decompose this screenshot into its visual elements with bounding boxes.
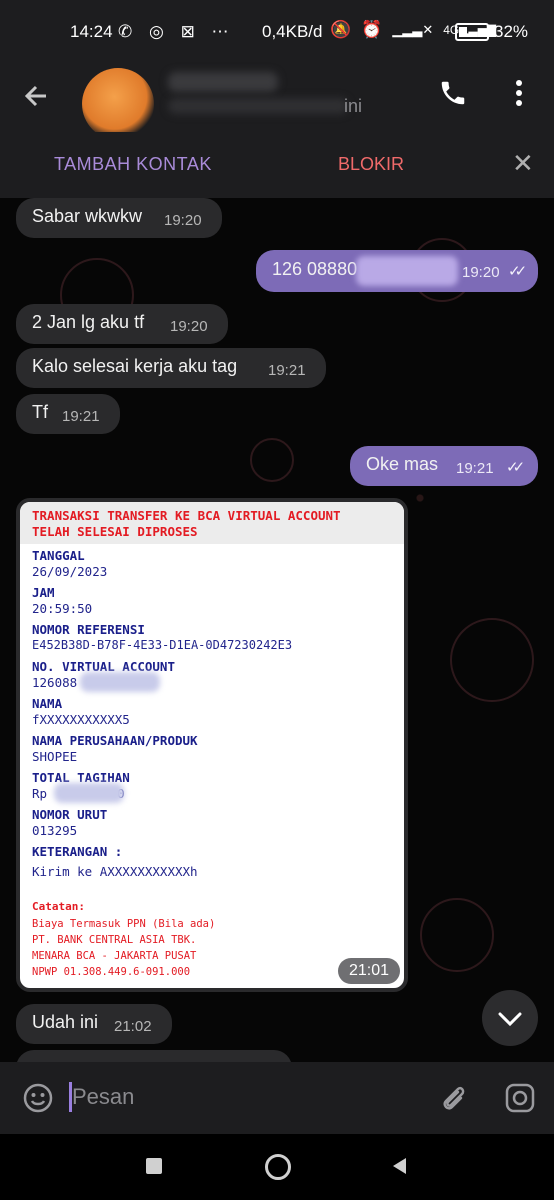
receipt-title: TRANSAKSI TRANSFER KE BCA VIRTUAL ACCOUN… (32, 508, 341, 539)
redacted-va-number (80, 672, 160, 692)
message-list[interactable]: Sabar wkwkw 19:20 126 08880 19:20 ✓✓ 2 J… (0, 198, 554, 1062)
receipt-value: fXXXXXXXXXXX5 (32, 712, 130, 727)
capcut-icon: ⊠ (180, 22, 201, 41)
alarm-icon: ⏰ (361, 20, 383, 39)
redacted-number (356, 256, 458, 286)
notification-icons: ✆ ◎ ⊠ ⋯ (118, 22, 235, 42)
contact-subtitle-tail: ini (344, 96, 363, 116)
more-dots-icon: ⋯ (211, 22, 235, 41)
wallpaper-doodle (450, 618, 534, 702)
receipt-value: 126088 (32, 675, 78, 690)
receipt-label: NAMA PERUSAHAAN/PRODUK (32, 733, 198, 748)
receipt-notes-heading: Catatan: (32, 900, 85, 913)
message-bubble-incoming[interactable]: Tf 19:21 (16, 394, 120, 434)
chat-header: ini (0, 62, 554, 140)
receipt-label: JAM (32, 585, 55, 600)
message-text: Sabar wkwkw (32, 206, 143, 226)
receipt-value: Kirim ke AXXXXXXXXXXXh (32, 864, 198, 879)
message-time: 19:21 (268, 362, 306, 379)
receipt-label: NOMOR REFERENSI (32, 622, 145, 637)
receipt-value: SHOPEE (32, 749, 78, 764)
message-input[interactable]: Pesan (72, 1084, 134, 1110)
image-timestamp: 21:01 (338, 958, 400, 984)
read-check-icon: ✓✓ (506, 459, 525, 476)
receipt-label: NOMOR URUT (32, 807, 108, 822)
emoji-icon[interactable] (22, 1082, 54, 1119)
receipt-label: TANGGAL (32, 548, 85, 563)
message-bubble-incoming[interactable]: Sabar wkwkw 19:20 (16, 198, 222, 238)
whatsapp-icon: ✆ (118, 22, 139, 41)
scroll-down-button[interactable] (482, 990, 538, 1046)
redacted-amount (54, 783, 124, 803)
signal-off-icon: ▁▂▃✕ (392, 22, 434, 37)
dnd-icon: 🔕 (330, 20, 352, 39)
message-text: Udah ini (32, 1012, 99, 1032)
receipt-value: 013295 (32, 823, 78, 838)
receipt-label: NAMA (32, 696, 63, 711)
message-bubble-incoming[interactable]: Udah ini 21:02 (16, 1004, 172, 1044)
battery-icon (455, 23, 489, 41)
close-icon[interactable]: ✕ (512, 148, 534, 179)
receipt-note: Biaya Termasuk PPN (Bila ada) (32, 918, 216, 930)
camera-icon[interactable] (504, 1082, 536, 1119)
recents-square-icon[interactable] (146, 1158, 162, 1174)
contact-subtitle-blurred (168, 98, 348, 114)
receipt-value: E452B38D-B78F-4E33-D1EA-0D47230242E3 (32, 638, 293, 652)
message-text: 2 Jan lg aku tf (32, 312, 145, 332)
wallpaper-doodle (420, 898, 494, 972)
message-time: 19:21 (62, 408, 100, 425)
receipt-value: 20:59:50 (32, 601, 93, 616)
message-bubble-incoming[interactable]: Kalo selesai kerja aku tag 19:21 (16, 348, 326, 388)
message-bubble-incoming-partial[interactable] (16, 1050, 292, 1062)
instagram-icon: ◎ (148, 22, 170, 41)
message-time: 21:02 (114, 1018, 152, 1035)
more-vert-icon[interactable] (512, 78, 526, 113)
status-bar: 14:24 ✆ ◎ ⊠ ⋯ 0,4KB/d 🔕 ⏰ ▁▂▃✕ 4G▂▃▅▇ 32… (0, 0, 554, 62)
avatar[interactable] (82, 68, 154, 140)
message-text: Kalo selesai kerja aku tag (32, 356, 238, 376)
receipt-note: PT. BANK CENTRAL ASIA TBK. (32, 934, 197, 946)
receipt-value: 26/09/2023 (32, 564, 108, 579)
net-speed: 0,4KB/d (262, 22, 323, 41)
message-bubble-outgoing[interactable]: 126 08880 19:20 ✓✓ (256, 250, 538, 292)
back-arrow-icon[interactable] (22, 82, 50, 117)
add-contact-button[interactable]: TAMBAH KONTAK (54, 154, 212, 175)
message-bubble-outgoing[interactable]: Oke mas 19:21 ✓✓ (350, 446, 538, 486)
message-time: 19:20 (462, 264, 500, 281)
receipt-image-message[interactable]: TRANSAKSI TRANSFER KE BCA VIRTUAL ACCOUN… (16, 498, 408, 992)
back-triangle-icon[interactable] (390, 1156, 408, 1181)
message-time: 19:20 (170, 318, 208, 335)
composer: Pesan (0, 1062, 554, 1134)
wallpaper-doodle (250, 438, 294, 482)
attach-icon[interactable] (436, 1082, 468, 1119)
phone-icon[interactable] (438, 78, 468, 113)
battery-percent: 32% (494, 22, 529, 41)
status-time: 14:24 (70, 22, 113, 41)
home-circle-icon[interactable] (265, 1154, 291, 1180)
message-time: 19:20 (164, 212, 202, 229)
message-bubble-incoming[interactable]: 2 Jan lg aku tf 19:20 (16, 304, 228, 344)
message-text: 126 08880 (272, 259, 358, 279)
message-time: 19:21 (456, 460, 494, 477)
read-check-icon: ✓✓ (508, 263, 527, 280)
receipt-note: NPWP 01.308.449.6-091.000 (32, 966, 191, 978)
system-nav-bar (0, 1134, 554, 1200)
block-button[interactable]: BLOKIR (338, 154, 404, 175)
message-text: Oke mas (366, 454, 439, 474)
chevron-down-icon (498, 1012, 522, 1027)
contact-name-blurred[interactable] (168, 72, 278, 92)
unknown-contact-bar: TAMBAH KONTAK BLOKIR ✕ (0, 132, 554, 198)
message-text: Tf (32, 402, 48, 422)
receipt-label: KETERANGAN : (32, 844, 123, 859)
receipt-note: MENARA BCA - JAKARTA PUSAT (32, 950, 197, 962)
